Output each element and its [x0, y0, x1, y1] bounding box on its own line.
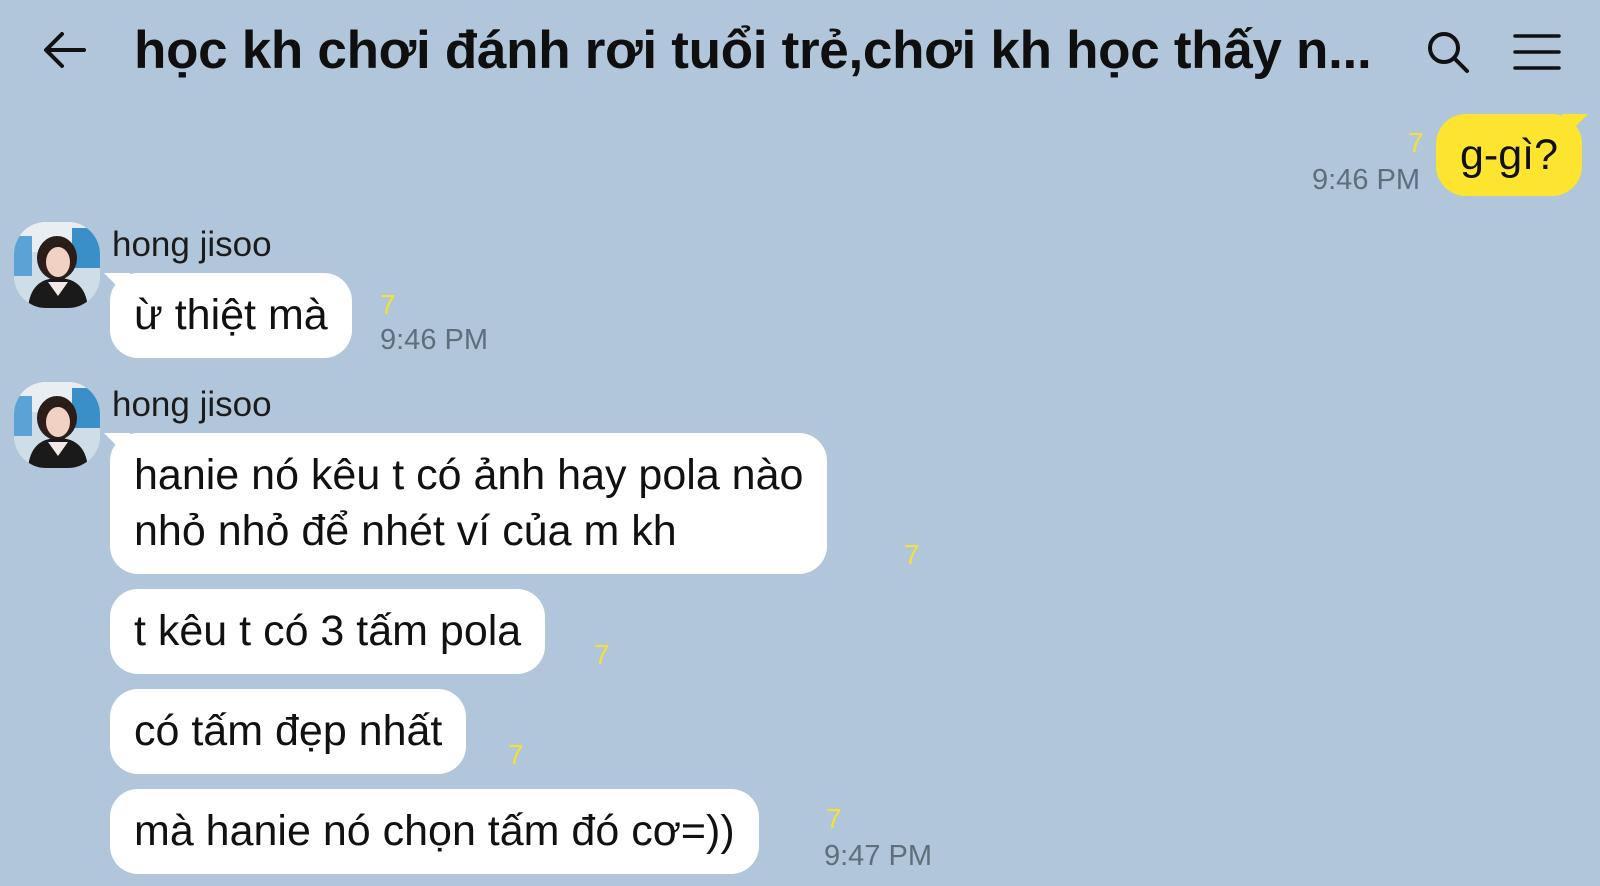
search-icon: [1428, 32, 1469, 73]
chat-header: học kh chơi đánh rơi tuổi trẻ,chơi kh họ…: [0, 0, 1600, 104]
message-time: 9:46 PM: [1312, 164, 1420, 196]
message-line: nhỏ nhỏ để nhét ví của m kh: [134, 507, 677, 555]
unread-count: 7: [594, 639, 610, 670]
message-line: hanie nó kêu t có ảnh hay pola nào: [134, 451, 804, 499]
profile-photo: [14, 222, 100, 308]
message-bubble[interactable]: mà hanie nó chọn tấm đó cơ=)): [110, 789, 759, 874]
message-time: 9:46 PM: [380, 324, 488, 356]
menu-button[interactable]: [1512, 30, 1562, 76]
profile-photo: [14, 382, 100, 468]
chat-title: học kh chơi đánh rơi tuổi trẻ,chơi kh họ…: [134, 21, 1372, 80]
hamburger-menu-icon: [1513, 34, 1561, 70]
avatar[interactable]: [14, 222, 100, 308]
message-bubble[interactable]: có tấm đẹp nhất: [110, 689, 467, 774]
sender-name: hong jisoo: [112, 385, 272, 424]
unread-count: 7: [904, 539, 920, 570]
avatar[interactable]: [14, 382, 100, 468]
message-time: 9:47 PM: [824, 840, 932, 872]
sender-name: hong jisoo: [112, 225, 272, 264]
back-button[interactable]: [38, 28, 94, 72]
unread-count: 7: [826, 803, 842, 834]
unread-count: 7: [380, 289, 396, 320]
unread-count: 7: [1408, 127, 1424, 158]
message-bubble[interactable]: hanie nó kêu t có ảnh hay pola nào nhỏ n…: [110, 433, 828, 574]
message-bubble[interactable]: g-gì?: [1436, 114, 1583, 196]
search-button[interactable]: [1424, 28, 1474, 78]
message-bubble[interactable]: t kêu t có 3 tấm pola: [110, 589, 546, 674]
arrow-left-icon: [44, 32, 86, 68]
unread-count: 7: [508, 739, 524, 770]
message-bubble[interactable]: ừ thiệt mà: [110, 273, 352, 358]
